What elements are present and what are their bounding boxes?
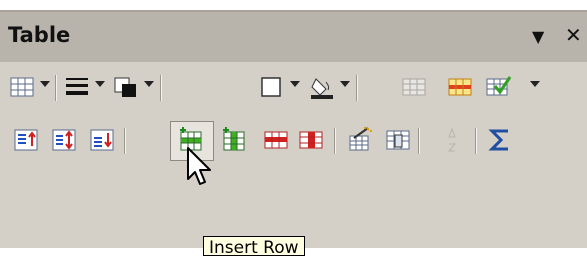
borders-icon [261, 77, 281, 97]
fill-color-dropdown-arrow[interactable] [340, 81, 350, 87]
separator [418, 128, 420, 154]
borders-button[interactable] [258, 73, 286, 101]
panel-titlebar: Table ▼ ✕ [0, 10, 587, 62]
separator [334, 128, 336, 154]
table-properties-icon [386, 130, 410, 150]
separator [160, 75, 162, 101]
fill-color-button[interactable] [308, 73, 336, 101]
border-color-dropdown-arrow[interactable] [144, 81, 154, 87]
panel-menu-icon[interactable]: ▼ [532, 25, 544, 49]
borders-dropdown-arrow[interactable] [290, 81, 300, 87]
align-top-button[interactable] [12, 126, 40, 154]
border-style-dropdown-arrow[interactable] [95, 81, 105, 87]
separator [124, 128, 126, 154]
merge-cells-button[interactable] [400, 73, 428, 101]
autoformat-icon [349, 127, 372, 151]
insert-column-button[interactable] [220, 126, 248, 154]
toolbar-row-2 [0, 118, 587, 164]
align-top-icon [14, 129, 38, 151]
separator [55, 75, 57, 101]
mouse-cursor-icon [186, 146, 216, 192]
panel-title: Table [8, 23, 71, 47]
delete-row-icon [264, 131, 288, 149]
insert-column-icon [223, 127, 245, 151]
table-toolbar-panel: Table ▼ ✕ [0, 10, 587, 248]
table-icon [10, 77, 34, 97]
delete-column-button[interactable] [297, 126, 325, 154]
split-cells-button[interactable] [446, 73, 474, 101]
fill-color-icon [311, 78, 333, 99]
autoformat-button[interactable] [346, 126, 374, 154]
border-style-icon [66, 78, 88, 95]
separator [475, 128, 477, 154]
border-color-icon [114, 77, 136, 97]
sum-button[interactable] [486, 126, 514, 154]
optimize-icon [486, 76, 512, 96]
border-color-button[interactable] [112, 73, 140, 101]
tooltip: Insert Row [203, 236, 305, 257]
toolbar-row-1 [0, 65, 587, 111]
align-bottom-icon [90, 129, 114, 151]
align-bottom-button[interactable] [88, 126, 116, 154]
sort-button[interactable] [438, 126, 466, 154]
delete-column-icon [299, 131, 323, 149]
align-center-icon [52, 129, 76, 151]
align-center-button[interactable] [50, 126, 78, 154]
table-button[interactable] [8, 73, 36, 101]
merge-cells-icon [402, 78, 426, 96]
delete-row-button[interactable] [262, 126, 290, 154]
close-icon[interactable]: ✕ [565, 23, 582, 47]
border-style-button[interactable] [63, 73, 91, 101]
optimize-dropdown-arrow[interactable] [530, 81, 540, 87]
sum-icon [488, 129, 508, 151]
split-cells-icon [448, 78, 472, 96]
table-dropdown-arrow[interactable] [40, 81, 50, 87]
optimize-button[interactable] [484, 73, 512, 101]
table-properties-button[interactable] [384, 126, 412, 154]
separator [356, 75, 358, 101]
sort-icon [447, 127, 457, 152]
